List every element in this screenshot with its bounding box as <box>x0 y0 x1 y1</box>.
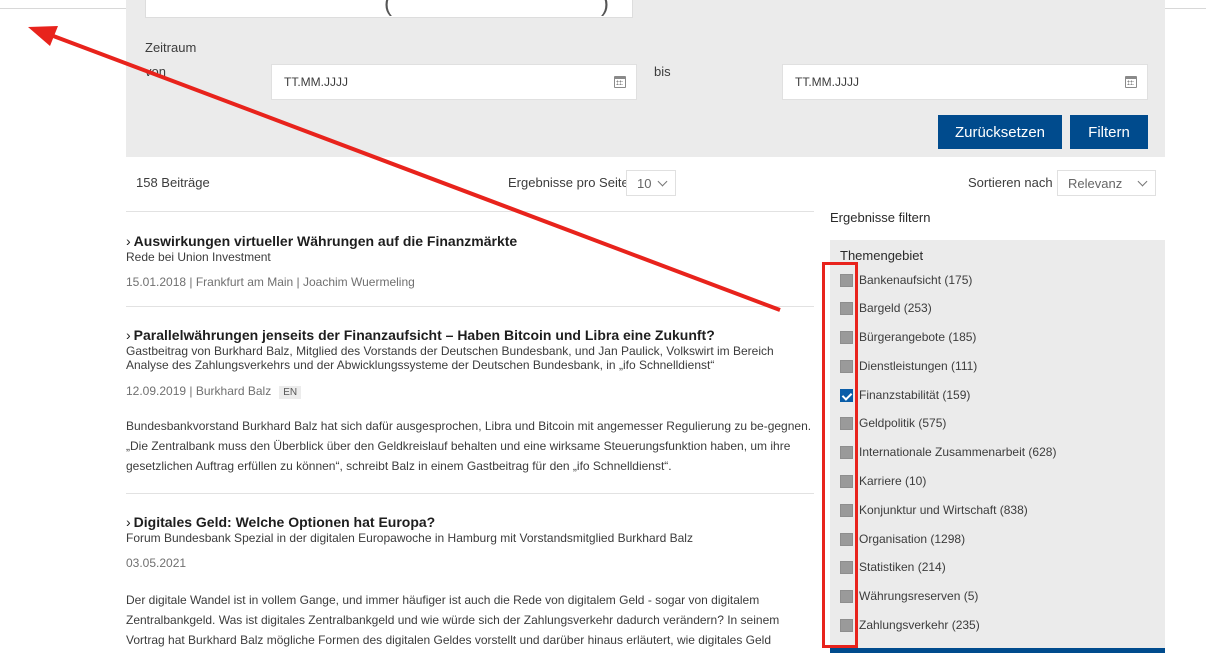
annotation-arrow <box>28 26 781 312</box>
arrow-head-icon <box>28 26 58 46</box>
annotation-arrow-shaft <box>47 32 781 312</box>
